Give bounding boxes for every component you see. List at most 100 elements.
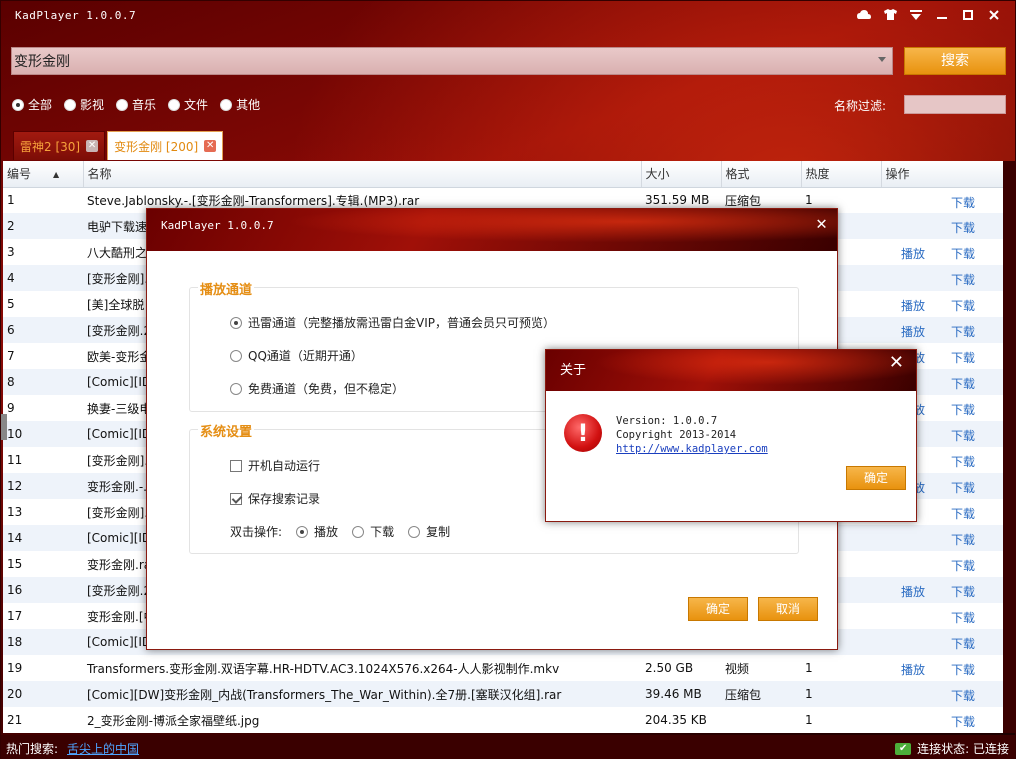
radio-icon[interactable] — [408, 525, 421, 538]
radio-icon[interactable] — [230, 349, 242, 362]
radio-icon[interactable] — [352, 525, 365, 538]
download-link[interactable]: 下载 — [951, 713, 975, 730]
radio-icon[interactable] — [220, 98, 233, 111]
search-combobox[interactable] — [11, 47, 893, 75]
download-link[interactable]: 下载 — [951, 349, 975, 366]
close-tab-icon[interactable]: ✕ — [86, 140, 99, 152]
download-link[interactable]: 下载 — [951, 245, 975, 262]
col-action-header: 操作 — [881, 161, 1003, 188]
dblclick-download[interactable]: 下载 — [352, 523, 394, 540]
settings-dialog-title: KadPlayer 1.0.0.7 — [161, 219, 274, 232]
download-link[interactable]: 下载 — [951, 687, 975, 704]
download-link[interactable]: 下载 — [951, 297, 975, 314]
table-row[interactable]: 21 2_变形金刚-博派全家福壁纸.jpg 204.35 KB 1 下载 — [3, 707, 1003, 733]
play-link[interactable]: 播放 — [901, 583, 925, 600]
ok-button[interactable]: 确定 — [688, 597, 748, 621]
download-link[interactable]: 下载 — [951, 219, 975, 236]
cell-actions: 播放 下载 — [881, 655, 1003, 681]
channel-qq[interactable]: QQ通道（近期开通） — [230, 347, 363, 364]
channel-free[interactable]: 免费通道（免费，但不稳定） — [230, 380, 404, 397]
website-link[interactable]: http://www.kadplayer.com — [616, 442, 768, 456]
filter-all[interactable]: 全部 — [12, 96, 52, 113]
radio-icon[interactable] — [12, 98, 24, 111]
cell-format: 压缩包 — [721, 681, 801, 707]
hot-search-link[interactable]: 舌尖上的中国 — [67, 740, 139, 757]
chevron-down-icon[interactable] — [878, 57, 886, 62]
table-row[interactable]: 19 Transformers.变形金刚.双语字幕.HR-HDTV.AC3.102… — [3, 655, 1003, 681]
menu-icon[interactable] — [903, 5, 929, 25]
download-link[interactable]: 下载 — [951, 323, 975, 340]
radio-icon[interactable] — [116, 98, 129, 111]
filter-video[interactable]: 影视 — [64, 96, 104, 113]
download-link[interactable]: 下载 — [951, 271, 975, 288]
table-scrollbar[interactable] — [1003, 161, 1016, 733]
download-link[interactable]: 下载 — [951, 505, 975, 522]
skin-icon[interactable] — [851, 5, 877, 25]
radio-icon[interactable] — [64, 98, 77, 111]
col-size-header[interactable]: 大小 — [641, 161, 722, 188]
tab-thor2[interactable]: 雷神2 [30] ✕ — [13, 131, 106, 160]
cell-number: 20 — [3, 681, 83, 707]
cell-heat: 1 — [805, 713, 813, 727]
close-icon[interactable]: ✕ — [889, 352, 904, 373]
dblclick-play[interactable]: 播放 — [296, 523, 338, 540]
cancel-button[interactable]: 取消 — [758, 597, 818, 621]
version-text: Version: 1.0.0.7 — [616, 415, 718, 427]
download-link[interactable]: 下载 — [951, 531, 975, 548]
close-icon[interactable] — [981, 5, 1007, 25]
col-format-header[interactable]: 格式 — [721, 161, 802, 188]
channel-xunlei[interactable]: 迅雷通道（完整播放需迅雷白金VIP，普通会员只可预览） — [230, 314, 555, 331]
play-link[interactable]: 播放 — [901, 245, 925, 262]
search-button[interactable]: 搜索 — [904, 47, 1006, 75]
dblclick-copy[interactable]: 复制 — [408, 523, 450, 540]
cell-actions: 下载 — [881, 707, 1003, 733]
download-link[interactable]: 下载 — [951, 427, 975, 444]
shirt-icon[interactable] — [877, 5, 903, 25]
cell-actions: 下载 — [881, 265, 1003, 291]
cell-heat: 1 — [805, 661, 813, 675]
radio-icon[interactable] — [230, 382, 242, 395]
play-link[interactable]: 播放 — [901, 323, 925, 340]
minimize-icon[interactable] — [929, 5, 955, 25]
filter-other[interactable]: 其他 — [220, 96, 260, 113]
download-link[interactable]: 下载 — [951, 194, 975, 211]
radio-icon[interactable] — [296, 525, 309, 538]
download-link[interactable]: 下载 — [951, 401, 975, 418]
download-link[interactable]: 下载 — [951, 375, 975, 392]
col-name-header[interactable]: 名称 — [83, 161, 642, 188]
download-link[interactable]: 下载 — [951, 635, 975, 652]
download-link[interactable]: 下载 — [951, 661, 975, 678]
checkbox-icon[interactable] — [230, 459, 242, 472]
close-icon[interactable]: ✕ — [816, 213, 827, 234]
cell-actions: 下载 — [881, 551, 1003, 577]
radio-icon[interactable] — [230, 316, 242, 329]
autostart-checkbox[interactable]: 开机自动运行 — [230, 457, 320, 474]
download-link[interactable]: 下载 — [951, 453, 975, 470]
status-bar: 热门搜索: 舌尖上的中国 ✔ 连接状态: 已连接 — [1, 735, 1015, 759]
search-input[interactable] — [14, 50, 874, 72]
cell-actions: 下载 — [881, 525, 1003, 551]
download-link[interactable]: 下载 — [951, 557, 975, 574]
play-link[interactable]: 播放 — [901, 297, 925, 314]
download-link[interactable]: 下载 — [951, 479, 975, 496]
close-tab-icon[interactable]: ✕ — [204, 140, 217, 152]
filter-file[interactable]: 文件 — [168, 96, 208, 113]
checkbox-icon[interactable] — [230, 492, 242, 505]
play-link[interactable]: 播放 — [901, 661, 925, 678]
col-heat-header[interactable]: 热度 — [801, 161, 882, 188]
about-ok-button[interactable]: 确定 — [846, 466, 906, 490]
download-link[interactable]: 下载 — [951, 609, 975, 626]
save-history-checkbox[interactable]: 保存搜索记录 — [230, 490, 320, 507]
radio-icon[interactable] — [168, 98, 181, 111]
download-link[interactable]: 下载 — [951, 583, 975, 600]
filter-music[interactable]: 音乐 — [116, 96, 156, 113]
check-icon: ✔ — [895, 742, 912, 755]
connection-text: 连接状态: 已连接 — [917, 742, 1009, 756]
tab-transformers[interactable]: 变形金刚 [200] ✕ — [107, 131, 224, 160]
sort-asc-icon: ▲ — [53, 170, 60, 180]
maximize-icon[interactable] — [955, 5, 981, 25]
name-filter-input[interactable] — [904, 95, 1006, 114]
table-row[interactable]: 20 [Comic][DW]变形金刚_内战(Transformers_The_Wa… — [3, 681, 1003, 707]
col-number-header[interactable]: 编号 ▲ — [3, 161, 84, 188]
collapse-handle[interactable] — [1, 414, 7, 440]
